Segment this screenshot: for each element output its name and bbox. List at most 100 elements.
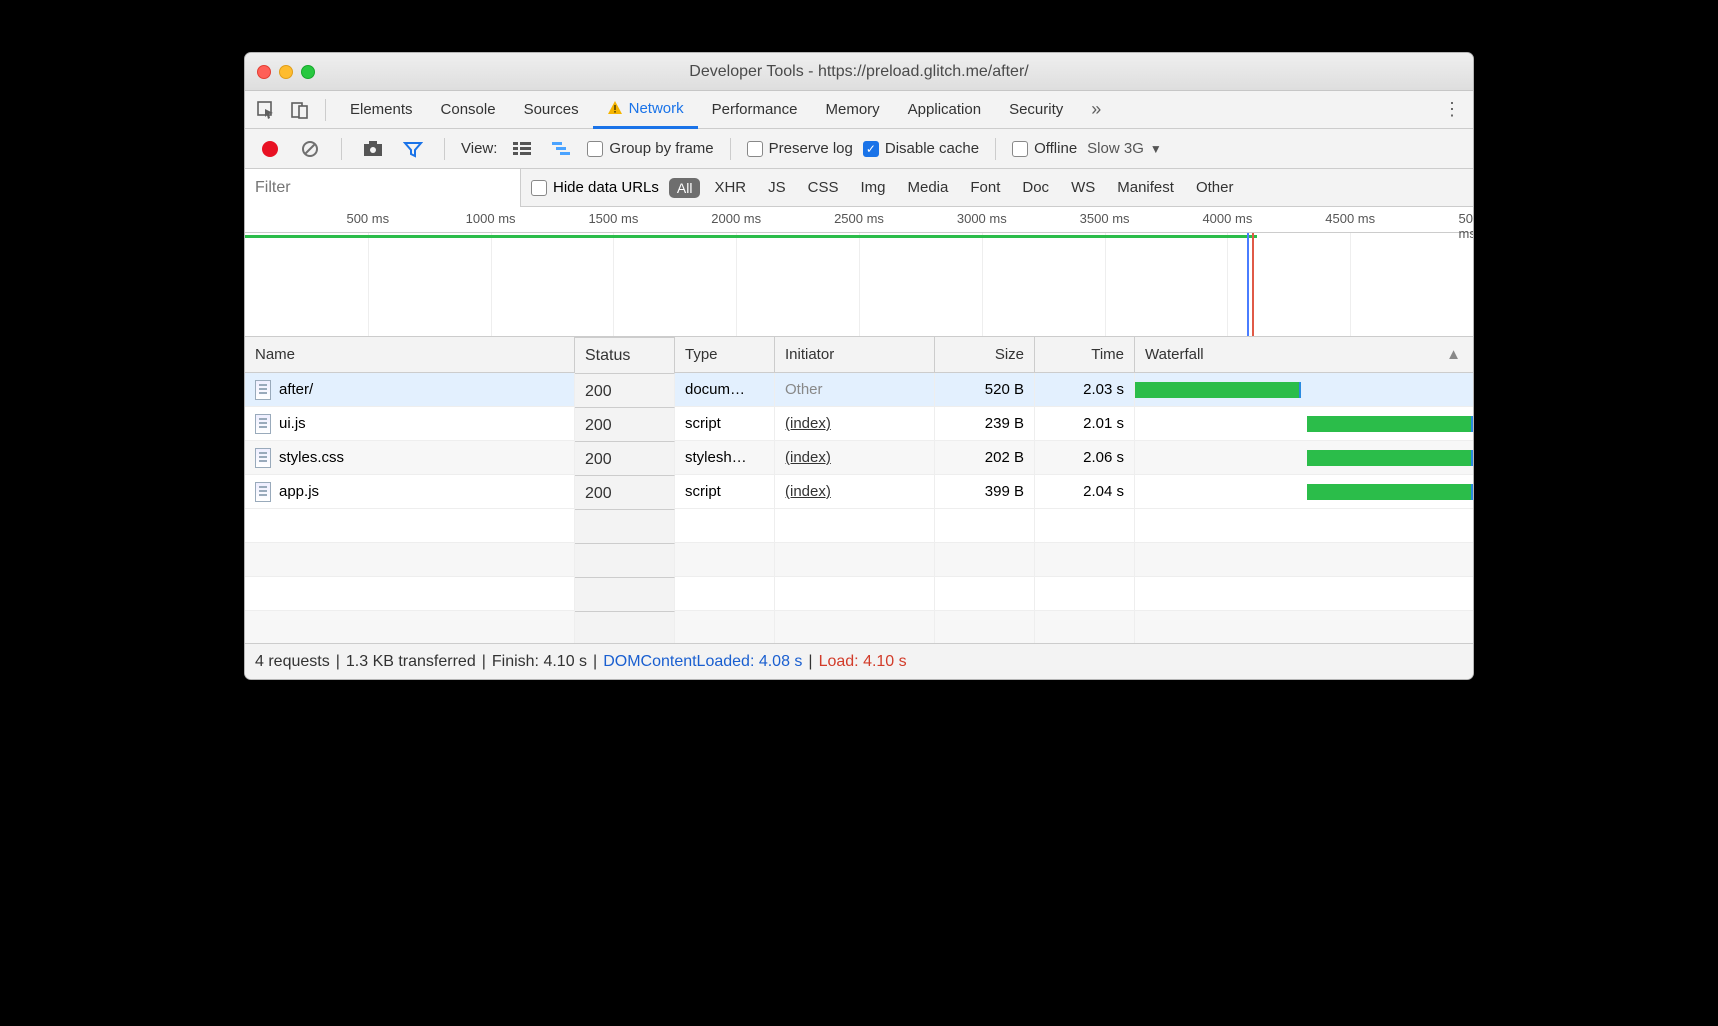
- domcontentloaded-marker: [1247, 233, 1249, 336]
- cell-size: 399 B: [935, 475, 1035, 508]
- more-tabs-icon[interactable]: »: [1081, 96, 1111, 124]
- filter-type-js[interactable]: JS: [764, 177, 790, 198]
- minimize-window-button[interactable]: [279, 65, 293, 79]
- checkbox-icon[interactable]: [747, 141, 763, 157]
- tab-memory[interactable]: Memory: [812, 91, 894, 129]
- tab-application[interactable]: Application: [894, 91, 995, 129]
- col-time[interactable]: Time: [1035, 337, 1135, 372]
- cell-type: script: [675, 407, 775, 440]
- preserve-log-option[interactable]: Preserve log: [747, 140, 853, 157]
- disable-cache-option[interactable]: ✓ Disable cache: [863, 140, 979, 157]
- filter-type-xhr[interactable]: XHR: [710, 177, 750, 198]
- tab-elements[interactable]: Elements: [336, 91, 427, 129]
- window-title: Developer Tools - https://preload.glitch…: [245, 63, 1473, 81]
- device-toolbar-icon[interactable]: [285, 96, 315, 124]
- waterfall-bar: [1135, 382, 1301, 398]
- initiator-link[interactable]: (index): [785, 449, 831, 466]
- filter-type-doc[interactable]: Doc: [1018, 177, 1053, 198]
- gridline: [1350, 233, 1351, 336]
- inspect-element-icon[interactable]: [251, 96, 281, 124]
- preserve-log-label: Preserve log: [769, 140, 853, 157]
- gridline: [368, 233, 369, 336]
- hide-data-urls-label: Hide data URLs: [553, 179, 659, 196]
- cell-name: app.js: [245, 475, 575, 508]
- overview-activity-bar: [245, 235, 1257, 238]
- tab-sources[interactable]: Sources: [510, 91, 593, 129]
- zoom-window-button[interactable]: [301, 65, 315, 79]
- filter-input[interactable]: [245, 169, 521, 207]
- tab-performance[interactable]: Performance: [698, 91, 812, 129]
- timeline-tick: 1000 ms: [466, 211, 516, 226]
- filter-type-other[interactable]: Other: [1192, 177, 1238, 198]
- requests-table-body: after/200docum…Other520 B2.03 sui.js200s…: [245, 373, 1473, 643]
- filter-type-ws[interactable]: WS: [1067, 177, 1099, 198]
- summary-bar: 4 requests | 1.3 KB transferred | Finish…: [245, 643, 1473, 679]
- filter-bar: Hide data URLs All XHR JS CSS Img Media Font D…: [245, 169, 1473, 207]
- overview-timeline[interactable]: 500 ms1000 ms1500 ms2000 ms2500 ms3000 m…: [245, 207, 1473, 337]
- cell-type: script: [675, 475, 775, 508]
- tab-network[interactable]: Network: [593, 91, 698, 129]
- cell-type: docum…: [675, 373, 775, 406]
- gridline: [982, 233, 983, 336]
- cell-name: ui.js: [245, 407, 575, 440]
- table-row[interactable]: ui.js200script(index)239 B2.01 s: [245, 407, 1473, 441]
- checkbox-icon[interactable]: [1012, 141, 1028, 157]
- checkbox-checked-icon[interactable]: ✓: [863, 141, 879, 157]
- capture-screenshots-icon[interactable]: [358, 135, 388, 163]
- clear-icon[interactable]: [295, 135, 325, 163]
- large-rows-icon[interactable]: [507, 135, 537, 163]
- timeline-tick: 4000 ms: [1202, 211, 1252, 226]
- traffic-lights: [257, 65, 315, 79]
- cell-time: 2.04 s: [1035, 475, 1135, 508]
- col-waterfall[interactable]: Waterfall ▲: [1135, 337, 1473, 372]
- chevron-down-icon: ▼: [1150, 142, 1162, 156]
- cell-waterfall: [1135, 373, 1473, 406]
- close-window-button[interactable]: [257, 65, 271, 79]
- divider: [444, 138, 445, 160]
- offline-option[interactable]: Offline: [1012, 140, 1077, 157]
- record-button[interactable]: [255, 135, 285, 163]
- cell-status: 200: [575, 475, 675, 511]
- timeline-tick: 3500 ms: [1080, 211, 1130, 226]
- cell-size: 202 B: [935, 441, 1035, 474]
- checkbox-icon[interactable]: [587, 141, 603, 157]
- tab-security[interactable]: Security: [995, 91, 1077, 129]
- col-name[interactable]: Name: [245, 337, 575, 372]
- col-initiator[interactable]: Initiator: [775, 337, 935, 372]
- table-row[interactable]: after/200docum…Other520 B2.03 s: [245, 373, 1473, 407]
- group-by-frame-option[interactable]: Group by frame: [587, 140, 713, 157]
- waterfall-view-icon[interactable]: [547, 135, 577, 163]
- summary-load: Load: 4.10 s: [819, 653, 907, 671]
- throttling-select[interactable]: Slow 3G ▼: [1087, 140, 1162, 157]
- initiator-link[interactable]: (index): [785, 415, 831, 432]
- filter-type-font[interactable]: Font: [966, 177, 1004, 198]
- filter-type-css[interactable]: CSS: [804, 177, 843, 198]
- col-status[interactable]: Status: [575, 337, 675, 373]
- tab-console[interactable]: Console: [427, 91, 510, 129]
- kebab-menu-icon[interactable]: ⋮: [1437, 96, 1467, 124]
- checkbox-icon[interactable]: [531, 180, 547, 196]
- panel-tabs: ElementsConsoleSourcesNetworkPerformance…: [245, 91, 1473, 129]
- col-type[interactable]: Type: [675, 337, 775, 372]
- filter-all-pill[interactable]: All: [669, 178, 701, 198]
- initiator-link[interactable]: (index): [785, 483, 831, 500]
- cell-name: styles.css: [245, 441, 575, 474]
- gridline: [1227, 233, 1228, 336]
- cell-time: 2.01 s: [1035, 407, 1135, 440]
- filter-toggle-icon[interactable]: [398, 135, 428, 163]
- gridline: [491, 233, 492, 336]
- col-size[interactable]: Size: [935, 337, 1035, 372]
- cell-status: 200: [575, 441, 675, 477]
- filter-type-img[interactable]: Img: [856, 177, 889, 198]
- gridline: [736, 233, 737, 336]
- table-row[interactable]: styles.css200stylesh…(index)202 B2.06 s: [245, 441, 1473, 475]
- gridline: [1105, 233, 1106, 336]
- table-row-empty: [245, 509, 1473, 543]
- table-row[interactable]: app.js200script (index) 399 B2.04 s: [245, 475, 1473, 509]
- cell-time: 2.03 s: [1035, 373, 1135, 406]
- filter-type-media[interactable]: Media: [904, 177, 953, 198]
- timeline-tick: 3000 ms: [957, 211, 1007, 226]
- summary-transferred: 1.3 KB transferred: [346, 653, 476, 671]
- filter-type-manifest[interactable]: Manifest: [1113, 177, 1178, 198]
- hide-data-urls-option[interactable]: Hide data URLs: [531, 179, 659, 196]
